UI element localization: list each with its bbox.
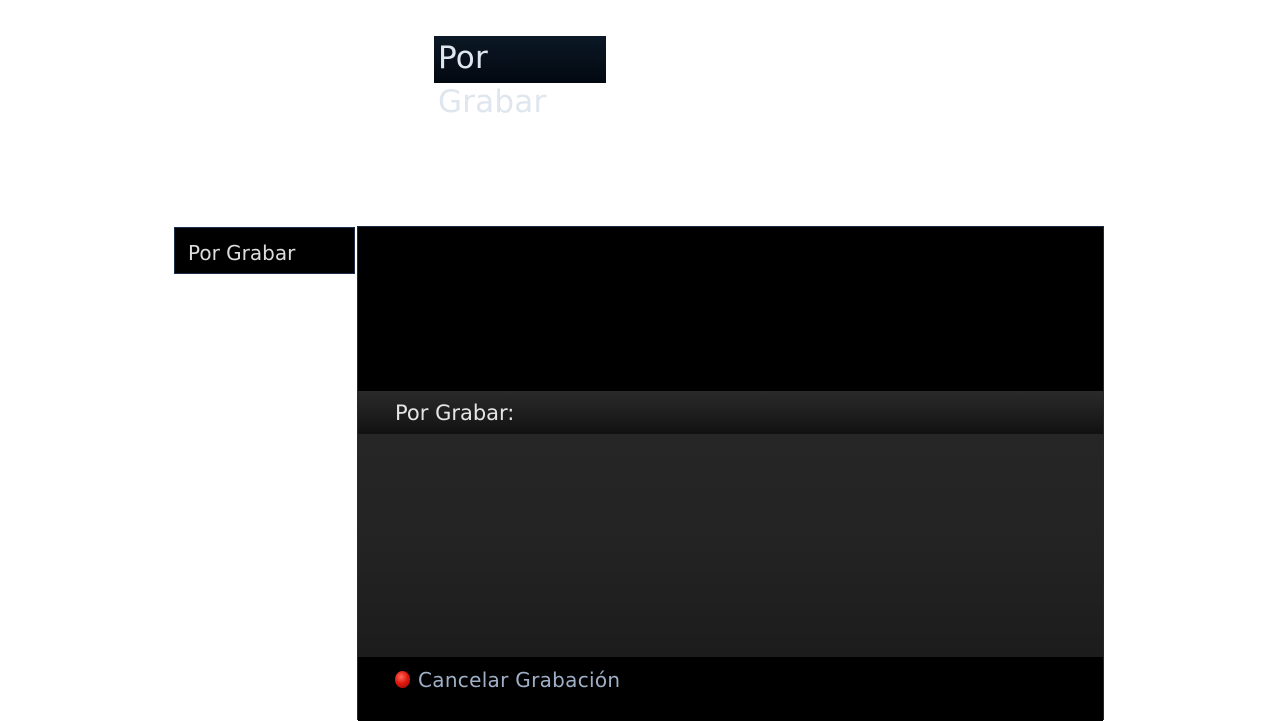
panel-header: Por Grabar:	[358, 391, 1103, 434]
section-label: Por Grabar:	[395, 401, 515, 425]
page-title: Por Grabar	[434, 36, 606, 120]
recordings-panel: Por Grabar: Cancelar Grabación	[357, 226, 1104, 721]
panel-footer: Cancelar Grabación	[358, 657, 1103, 721]
cancel-recording-button[interactable]: Cancelar Grabación	[395, 667, 620, 693]
cancel-recording-label: Cancelar Grabación	[418, 668, 621, 692]
recordings-list	[358, 434, 1103, 657]
red-button-icon	[395, 670, 410, 688]
tab-por-grabar[interactable]: Por Grabar	[174, 227, 355, 274]
